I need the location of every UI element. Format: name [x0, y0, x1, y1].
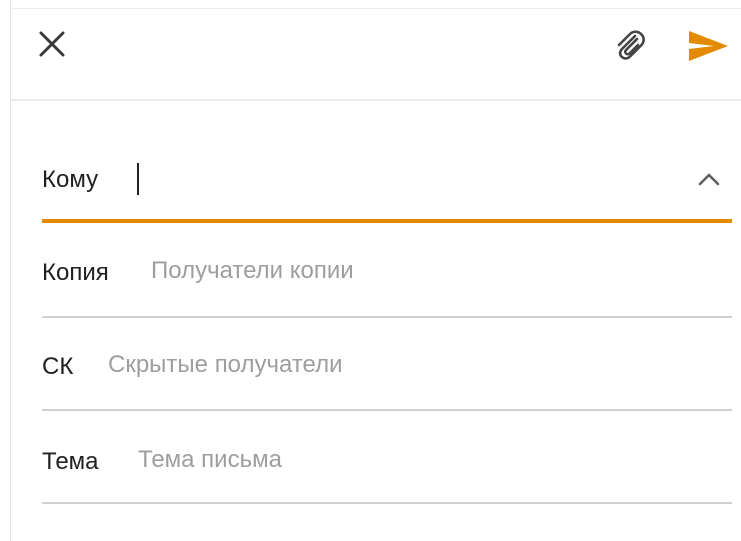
cc-field: Копия: [42, 255, 732, 325]
left-border: [10, 0, 11, 541]
to-field[interactable]: Кому: [42, 160, 732, 230]
cc-input[interactable]: [151, 255, 711, 287]
close-button[interactable]: [30, 22, 74, 66]
cc-label: Копия: [42, 259, 109, 286]
to-label: Кому: [42, 166, 99, 193]
bcc-input[interactable]: [108, 349, 708, 381]
close-icon: [39, 31, 65, 57]
attach-button[interactable]: [604, 20, 656, 72]
expand-recipients-button[interactable]: [692, 162, 726, 196]
subject-input[interactable]: [138, 444, 718, 476]
send-button[interactable]: [680, 20, 736, 72]
top-border: [10, 8, 741, 9]
subject-field: Тема: [42, 444, 732, 514]
bcc-field: СК: [42, 349, 732, 419]
to-field-underline-active: [42, 219, 732, 223]
toolbar-divider: [11, 99, 741, 101]
text-cursor: [137, 163, 139, 195]
cc-field-underline: [42, 316, 732, 318]
subject-label: Тема: [42, 448, 99, 475]
compose-screen: Кому Копия СК Тема: [0, 0, 741, 541]
paperclip-icon: [617, 30, 645, 60]
subject-field-underline: [42, 502, 732, 504]
bcc-label: СК: [42, 353, 74, 380]
send-icon: [689, 31, 728, 61]
bcc-field-underline: [42, 409, 732, 411]
chevron-up-icon: [698, 173, 720, 186]
